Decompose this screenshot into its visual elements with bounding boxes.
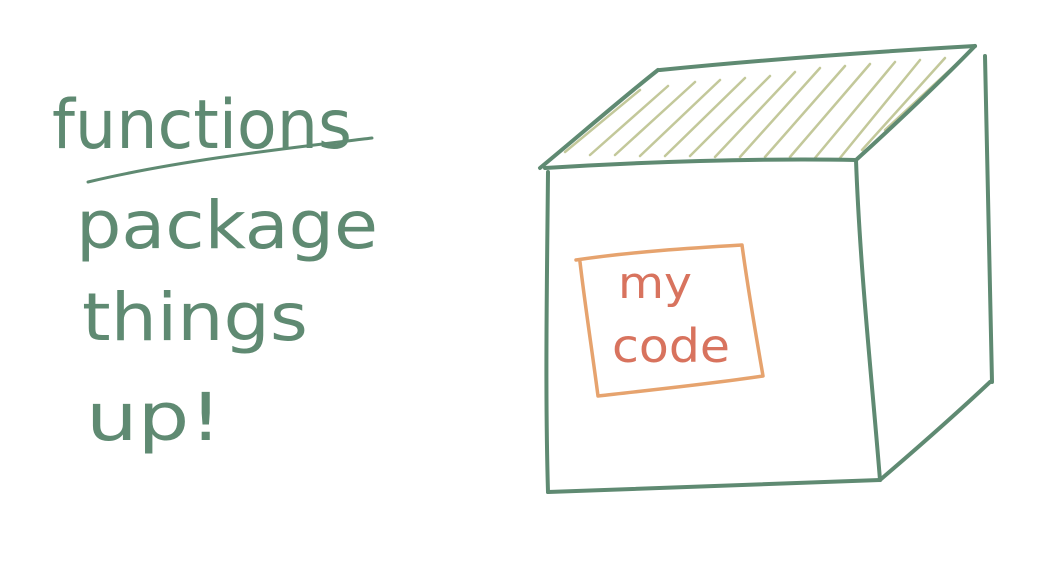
box-outline bbox=[538, 44, 994, 494]
caption-text: functions package things up! bbox=[52, 86, 378, 456]
label-my: my bbox=[618, 258, 692, 309]
heading-functions: functions bbox=[52, 86, 352, 165]
label-code: code bbox=[612, 319, 730, 373]
package-box: my code bbox=[538, 44, 994, 494]
line-package: package bbox=[76, 187, 378, 264]
line-up: up! bbox=[86, 379, 222, 456]
line-things: things bbox=[82, 279, 308, 356]
box-top-hatching bbox=[563, 54, 967, 160]
code-label: my code bbox=[574, 243, 765, 398]
sketch-canvas: functions package things up! my code bbox=[52, 44, 994, 494]
